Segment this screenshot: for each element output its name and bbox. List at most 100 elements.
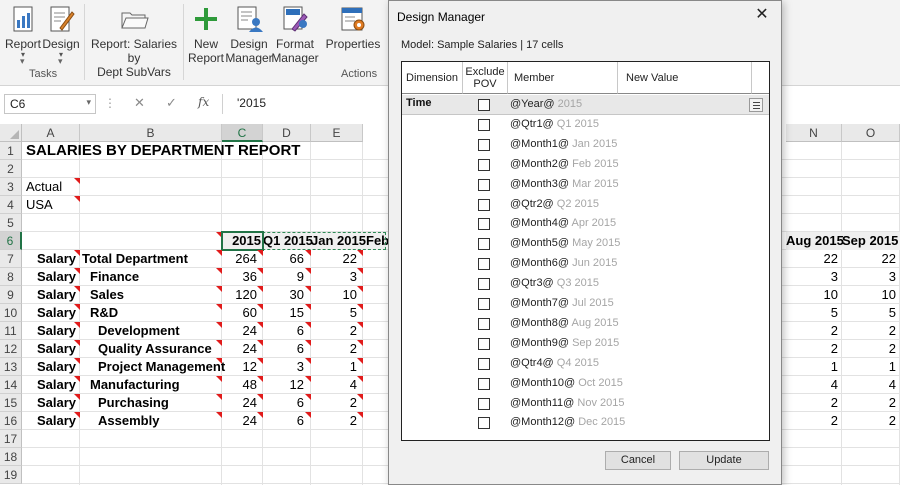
period-header[interactable]: Aug 2015 — [786, 232, 844, 250]
cell-value[interactable]: 2 — [311, 394, 357, 412]
cell-value[interactable]: 22 — [786, 250, 838, 268]
cell-scenario[interactable]: Actual — [26, 178, 80, 196]
cell-account[interactable]: Salary — [22, 286, 76, 304]
design-button[interactable]: Design ▾ — [42, 4, 80, 59]
exclude-pov-checkbox[interactable] — [478, 377, 490, 390]
cell-value[interactable]: 2 — [842, 394, 896, 412]
column-header[interactable]: N — [786, 124, 842, 142]
row-header[interactable]: 18 — [0, 448, 22, 466]
select-all-corner[interactable] — [0, 124, 22, 142]
properties-button[interactable]: Properties — [324, 4, 382, 51]
member-row[interactable]: Time @Year@ 2015 — [402, 95, 769, 115]
exclude-pov-checkbox[interactable] — [478, 138, 490, 151]
exclude-pov-checkbox[interactable] — [478, 238, 490, 251]
cell-account[interactable]: Salary — [22, 304, 76, 322]
member-row[interactable]: @Month11@ Nov 2015 — [402, 394, 769, 414]
confirm-formula-icon[interactable]: ✓ — [166, 95, 177, 111]
row-header[interactable]: 4 — [0, 196, 22, 214]
row-header[interactable]: 13 — [0, 358, 22, 376]
row-header[interactable]: 1 — [0, 142, 22, 160]
cell-value[interactable]: 10 — [786, 286, 838, 304]
cell-department[interactable]: Sales — [90, 286, 228, 304]
cell-value[interactable]: 2 — [786, 394, 838, 412]
cell-value[interactable]: 2 — [786, 340, 838, 358]
member-row[interactable]: @Qtr1@ Q1 2015 — [402, 115, 769, 135]
cell-value[interactable]: 22 — [311, 250, 357, 268]
report-selector-button[interactable]: Report: Salaries by Dept SubVars — [88, 4, 180, 79]
member-row[interactable]: @Month3@ Mar 2015 — [402, 175, 769, 195]
member-row[interactable]: @Month8@ Aug 2015 — [402, 314, 769, 334]
cell-account[interactable]: Salary — [22, 268, 76, 286]
member-row[interactable]: @Month10@ Oct 2015 — [402, 374, 769, 394]
row-header[interactable]: 6 — [0, 232, 22, 250]
row-header[interactable]: 19 — [0, 466, 22, 484]
column-header[interactable]: E — [311, 124, 363, 142]
exclude-pov-checkbox[interactable] — [478, 158, 490, 171]
column-header[interactable]: C — [222, 124, 263, 142]
cell-account[interactable]: Salary — [22, 322, 76, 340]
cell-value[interactable]: 66 — [263, 250, 304, 268]
cell-value[interactable]: 120 — [222, 286, 257, 304]
exclude-pov-checkbox[interactable] — [478, 417, 490, 430]
period-header[interactable]: Sep 2015 — [842, 232, 898, 250]
cell-value[interactable]: 24 — [222, 340, 257, 358]
cell-value[interactable]: 6 — [263, 394, 304, 412]
cell-value[interactable]: 15 — [263, 304, 304, 322]
exclude-pov-checkbox[interactable] — [478, 118, 490, 131]
menu-icon[interactable] — [749, 98, 763, 112]
cell-value[interactable]: 60 — [222, 304, 257, 322]
exclude-pov-checkbox[interactable] — [478, 218, 490, 231]
cell-value[interactable]: 4 — [842, 376, 896, 394]
cell-value[interactable]: 2 — [311, 322, 357, 340]
new-report-button[interactable]: New Report — [186, 4, 226, 65]
row-header[interactable]: 3 — [0, 178, 22, 196]
cell-value[interactable]: 12 — [263, 376, 304, 394]
cell-value[interactable]: 48 — [222, 376, 257, 394]
cell-value[interactable]: 2 — [786, 412, 838, 430]
cell-value[interactable]: 6 — [263, 340, 304, 358]
cell-value[interactable]: 24 — [222, 394, 257, 412]
cancel-formula-icon[interactable]: ✕ — [134, 95, 145, 111]
cell-value[interactable]: 3 — [842, 268, 896, 286]
exclude-pov-checkbox[interactable] — [478, 317, 490, 330]
member-row[interactable]: @Month9@ Sep 2015 — [402, 334, 769, 354]
cell-value[interactable]: 2 — [842, 412, 896, 430]
cell-value[interactable]: 12 — [222, 358, 257, 376]
cell-value[interactable]: 10 — [311, 286, 357, 304]
row-header[interactable]: 15 — [0, 394, 22, 412]
name-box[interactable]: C6 ▾ — [4, 94, 96, 114]
row-header[interactable]: 7 — [0, 250, 22, 268]
cell-value[interactable]: 3 — [786, 268, 838, 286]
cell-value[interactable]: 1 — [842, 358, 896, 376]
cell-entity[interactable]: USA — [26, 196, 80, 214]
close-icon[interactable]: ✕ — [753, 6, 771, 24]
row-header[interactable]: 12 — [0, 340, 22, 358]
row-header[interactable]: 14 — [0, 376, 22, 394]
cell-value[interactable]: 24 — [222, 412, 257, 430]
row-header[interactable]: 2 — [0, 160, 22, 178]
exclude-pov-checkbox[interactable] — [478, 397, 490, 410]
row-header[interactable]: 17 — [0, 430, 22, 448]
member-row[interactable]: @Month12@ Dec 2015 — [402, 413, 769, 433]
column-header[interactable]: D — [263, 124, 311, 142]
cell-account[interactable]: Salary — [22, 376, 76, 394]
exclude-pov-checkbox[interactable] — [478, 258, 490, 271]
exclude-pov-checkbox[interactable] — [478, 357, 490, 370]
cell-department[interactable]: Total Department — [82, 250, 220, 268]
cell-value[interactable]: 10 — [842, 286, 896, 304]
cell-value[interactable]: 2 — [311, 412, 357, 430]
cell-value[interactable]: 264 — [222, 250, 257, 268]
cell-account[interactable]: Salary — [22, 358, 76, 376]
cell-value[interactable]: 2 — [786, 322, 838, 340]
cell-value[interactable]: 30 — [263, 286, 304, 304]
cell-account[interactable]: Salary — [22, 412, 76, 430]
exclude-pov-checkbox[interactable] — [478, 178, 490, 191]
cell-value[interactable]: 22 — [842, 250, 896, 268]
cell-account[interactable]: Salary — [22, 250, 76, 268]
member-row[interactable]: @Month6@ Jun 2015 — [402, 254, 769, 274]
cell-department[interactable]: R&D — [90, 304, 228, 322]
member-row[interactable]: @Month1@ Jan 2015 — [402, 135, 769, 155]
member-row[interactable]: @Month7@ Jul 2015 — [402, 294, 769, 314]
member-row[interactable]: @Month2@ Feb 2015 — [402, 155, 769, 175]
exclude-pov-checkbox[interactable] — [478, 337, 490, 350]
